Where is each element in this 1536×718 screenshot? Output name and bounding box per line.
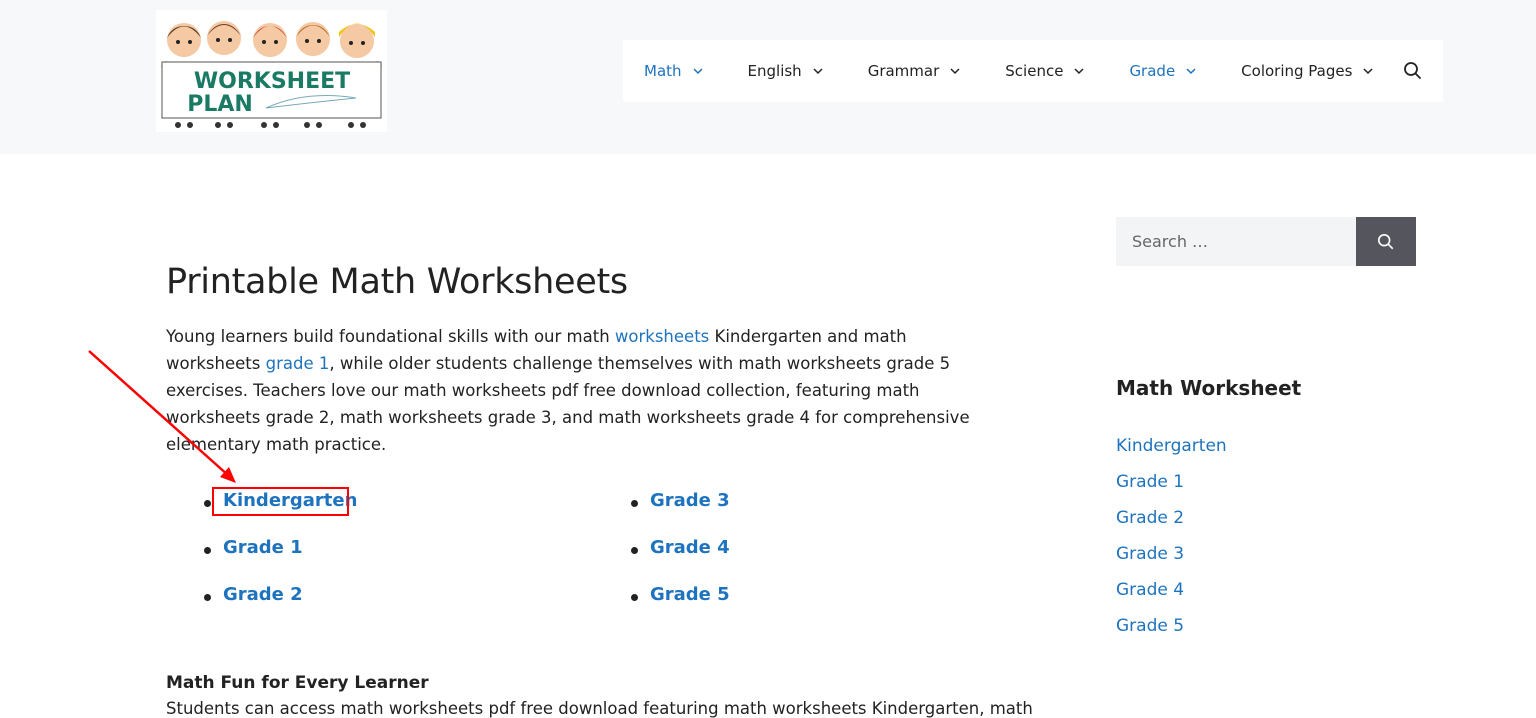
list-item: Grade 5: [1116, 616, 1227, 652]
sidebar-widget-title: Math Worksheet: [1116, 376, 1302, 400]
nav-label-grade: Grade: [1129, 62, 1176, 80]
grade-link-grade-3[interactable]: Grade 3: [650, 490, 730, 511]
list-item: Grade 2: [1116, 508, 1227, 544]
section-text: Students can access math worksheets pdf …: [166, 699, 1033, 718]
section-heading: Math Fun for Every Learner: [166, 673, 429, 693]
list-item: Grade 3: [1116, 544, 1227, 580]
nav-label-english: English: [747, 62, 802, 80]
logo-text-plan: PLAN: [187, 92, 253, 117]
intro-link-grade-1[interactable]: grade 1: [266, 354, 330, 373]
nav-item-science[interactable]: Science: [1005, 40, 1085, 102]
grade-link-grade-5[interactable]: Grade 5: [650, 584, 730, 605]
sidebar-link-kindergarten[interactable]: Kindergarten: [1116, 436, 1227, 456]
sidebar-link-grade-1[interactable]: Grade 1: [1116, 472, 1184, 492]
intro-link-worksheets[interactable]: worksheets: [615, 327, 709, 346]
list-item: Grade 1: [203, 537, 357, 584]
logo-text-worksheet: WORKSHEET: [194, 69, 350, 94]
sidebar-link-grade-5[interactable]: Grade 5: [1116, 616, 1184, 636]
sidebar-link-grade-3[interactable]: Grade 3: [1116, 544, 1184, 564]
intro-text-1: Young learners build foundational skills…: [166, 327, 615, 346]
grade-link-grade-4[interactable]: Grade 4: [650, 537, 730, 558]
grade-link-grade-1[interactable]: Grade 1: [223, 537, 303, 558]
nav-item-english[interactable]: English: [748, 40, 824, 102]
sidebar-link-list: Kindergarten Grade 1 Grade 2 Grade 3 Gra…: [1116, 436, 1227, 652]
nav-label-science: Science: [1005, 62, 1064, 80]
nav-label-grammar: Grammar: [867, 62, 940, 80]
chevron-down-icon: [1186, 68, 1196, 75]
sidebar-search-input[interactable]: [1116, 217, 1356, 266]
nav-item-coloring-pages[interactable]: Coloring Pages: [1241, 40, 1374, 102]
list-item: Kindergarten: [1116, 436, 1227, 472]
list-item: Grade 1: [1116, 472, 1227, 508]
nav-item-grammar[interactable]: Grammar: [868, 40, 962, 102]
nav-label-coloring-pages: Coloring Pages: [1241, 62, 1353, 80]
search-icon: [1377, 233, 1394, 249]
grade-link-grade-2[interactable]: Grade 2: [223, 584, 303, 605]
list-item: Grade 4: [631, 537, 730, 584]
list-item: Grade 2: [203, 584, 357, 631]
chevron-down-icon: [1363, 68, 1373, 75]
nav-search-button[interactable]: [1403, 61, 1423, 81]
page-title: Printable Math Worksheets: [166, 262, 628, 302]
intro-paragraph: Young learners build foundational skills…: [166, 323, 996, 458]
main-navigation: Math English Grammar Science Grade Color…: [623, 40, 1443, 102]
nav-label-math: Math: [644, 62, 682, 80]
sidebar-search-button[interactable]: [1356, 217, 1416, 266]
nav-item-math[interactable]: Math: [644, 40, 704, 102]
annotation-highlight-box: [212, 487, 349, 516]
list-item: Grade 3: [631, 490, 730, 537]
list-item: Grade 4: [1116, 580, 1227, 616]
list-item: Grade 5: [631, 584, 730, 631]
site-header: WORKSHEET PLAN Math English Grammar Scie…: [0, 0, 1536, 154]
site-logo[interactable]: WORKSHEET PLAN: [156, 10, 387, 132]
sidebar-link-grade-4[interactable]: Grade 4: [1116, 580, 1184, 600]
chevron-down-icon: [813, 68, 823, 75]
grade-list-right: Grade 3 Grade 4 Grade 5: [631, 490, 730, 631]
nav-item-grade[interactable]: Grade: [1129, 40, 1197, 102]
sidebar-link-grade-2[interactable]: Grade 2: [1116, 508, 1184, 528]
chevron-down-icon: [693, 68, 703, 75]
search-icon: [1404, 62, 1422, 80]
chevron-down-icon: [950, 68, 960, 75]
chevron-down-icon: [1074, 68, 1084, 75]
